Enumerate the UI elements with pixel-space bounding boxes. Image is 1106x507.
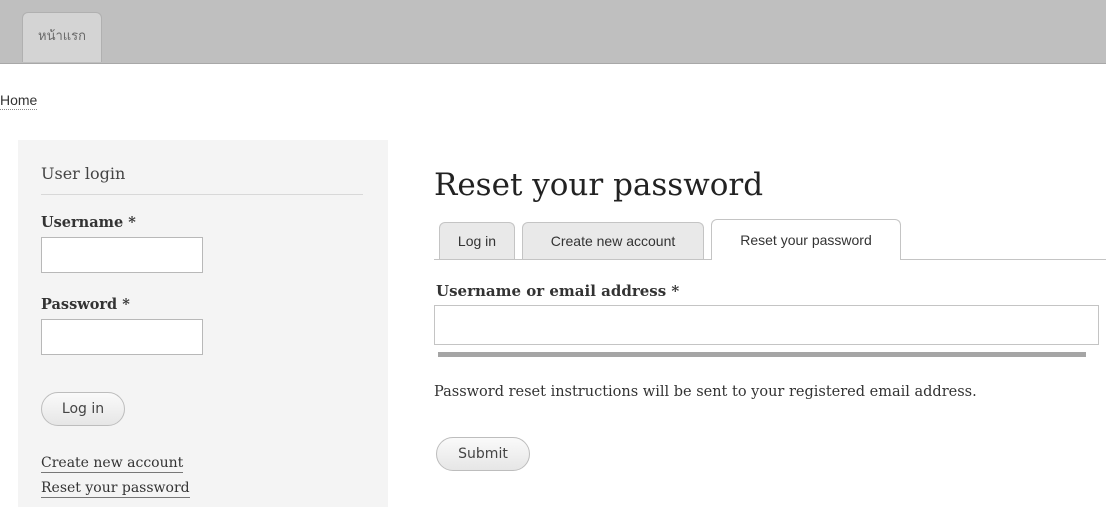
password-label: Password * [41, 296, 130, 313]
username-label: Username * [41, 214, 136, 231]
input-underline-bar [438, 352, 1086, 357]
breadcrumb-home-link[interactable]: Home [0, 91, 38, 110]
reset-help-text: Password reset instructions will be sent… [434, 384, 977, 400]
password-input[interactable] [41, 319, 203, 355]
username-or-email-label: Username or email address * [436, 282, 680, 300]
user-login-block: User login Username * Password * Log in … [18, 140, 388, 507]
create-account-link[interactable]: Create new account [41, 454, 184, 473]
top-navigation-bar: หน้าแรก [0, 0, 1106, 64]
block-title: User login [41, 164, 126, 183]
page-title: Reset your password [434, 167, 764, 203]
login-button[interactable]: Log in [41, 392, 125, 426]
tab-reset-password[interactable]: Reset your password [711, 219, 901, 260]
tab-log-in[interactable]: Log in [439, 222, 515, 259]
nav-tab-home[interactable]: หน้าแรก [22, 12, 102, 62]
submit-button[interactable]: Submit [436, 437, 530, 471]
username-or-email-input[interactable] [434, 305, 1099, 345]
tab-create-account[interactable]: Create new account [522, 222, 704, 259]
block-divider [41, 194, 363, 195]
username-input[interactable] [41, 237, 203, 273]
reset-password-link[interactable]: Reset your password [41, 479, 190, 498]
